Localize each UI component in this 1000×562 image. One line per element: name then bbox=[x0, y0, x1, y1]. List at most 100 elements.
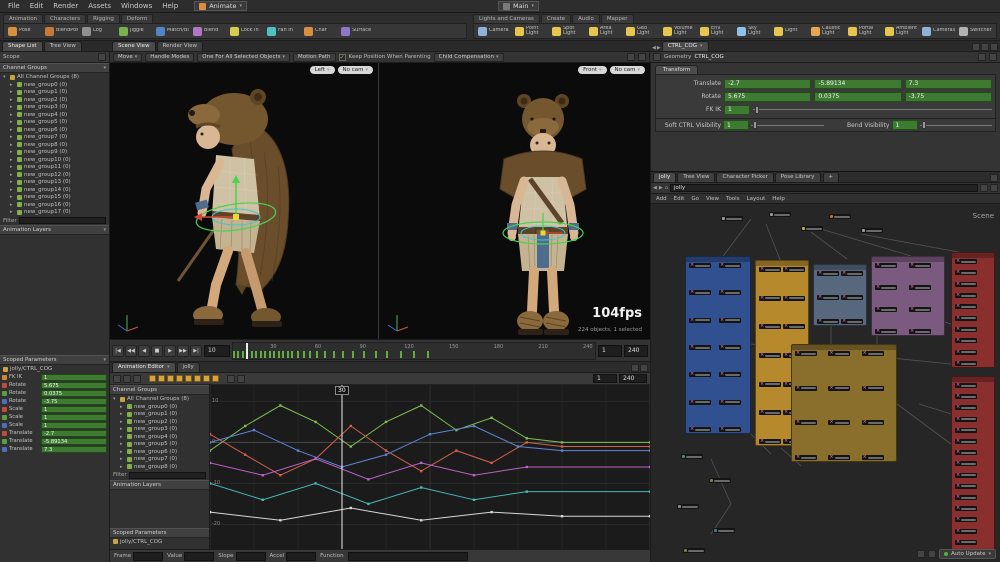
network-node[interactable]: × bbox=[955, 349, 977, 355]
network-node[interactable]: × bbox=[955, 416, 977, 422]
network-node[interactable]: × bbox=[955, 315, 977, 321]
keyframe-tick[interactable] bbox=[303, 350, 305, 358]
channel-group-item[interactable]: ▸ new_group8 (0) bbox=[110, 463, 209, 471]
channel-box-0[interactable] bbox=[149, 375, 156, 382]
select-icon[interactable] bbox=[638, 53, 646, 61]
channel-group-item[interactable]: ▸ new_group14 (0) bbox=[0, 186, 109, 194]
pane-tab-tree-view[interactable]: Tree View bbox=[677, 172, 716, 182]
keyframe-tick[interactable] bbox=[362, 350, 365, 358]
network-node[interactable]: × bbox=[689, 263, 711, 268]
network-node[interactable]: × bbox=[955, 259, 977, 264]
shelf-tool-cameras[interactable]: Cameras bbox=[920, 26, 957, 36]
keyframe-tick[interactable] bbox=[264, 350, 267, 358]
channel-group-item[interactable]: ▸ new_group6 (0) bbox=[110, 448, 209, 456]
network-node[interactable]: × bbox=[841, 295, 863, 300]
shelf-tab-mapper[interactable]: Mapper bbox=[600, 14, 634, 23]
param-value[interactable]: -2.7 bbox=[41, 429, 107, 437]
netmenu-tools[interactable]: Tools bbox=[726, 196, 740, 202]
snap-icon[interactable] bbox=[627, 53, 635, 61]
network-node[interactable]: × bbox=[909, 307, 931, 312]
network-node[interactable]: × bbox=[719, 290, 741, 296]
network-node[interactable]: × bbox=[955, 495, 977, 500]
network-node[interactable]: × bbox=[783, 267, 805, 272]
fk-ik-slider[interactable] bbox=[753, 105, 992, 115]
scoped-parameters-header[interactable]: Scoped Parameters bbox=[110, 527, 209, 538]
graph-range-end-field[interactable]: 240 bbox=[619, 374, 647, 383]
pane-tab-jolly[interactable]: jolly bbox=[653, 172, 677, 182]
keyframe-tick[interactable] bbox=[282, 350, 285, 358]
nav-forward-icon[interactable]: ▶ bbox=[659, 185, 663, 191]
keyframe-tick[interactable] bbox=[413, 350, 416, 358]
network-node[interactable]: × bbox=[955, 483, 977, 489]
network-node[interactable]: × bbox=[689, 399, 711, 405]
channel-group-item[interactable]: ▸ new_group12 (0) bbox=[0, 171, 109, 179]
network-node[interactable] bbox=[681, 454, 703, 459]
keyframe-tick[interactable] bbox=[341, 350, 344, 358]
scoped-param-row[interactable]: Translate -5.89134 bbox=[0, 437, 109, 445]
flag-icon[interactable] bbox=[980, 184, 988, 192]
keyframe-tick[interactable] bbox=[268, 350, 271, 358]
param-value[interactable]: 0.0375 bbox=[41, 389, 107, 397]
scene-selector[interactable]: Main ▾ bbox=[497, 1, 540, 11]
shelf-tool-ambient-light[interactable]: Ambient Light bbox=[883, 26, 920, 37]
keyframe-tick[interactable] bbox=[237, 350, 240, 358]
scoped-owner-row[interactable]: jolly/CTRL_COG bbox=[110, 538, 209, 546]
nav-back-icon[interactable]: ◀ bbox=[653, 185, 657, 191]
vis-slider[interactable] bbox=[919, 120, 993, 130]
keyframe-tick[interactable] bbox=[241, 350, 244, 358]
network-node[interactable]: × bbox=[759, 295, 781, 301]
network-node[interactable]: × bbox=[955, 439, 977, 444]
network-node[interactable]: × bbox=[955, 450, 977, 456]
shelf-tool-point-light[interactable]: Point Light bbox=[513, 26, 550, 37]
network-node[interactable]: × bbox=[689, 427, 711, 432]
network-node[interactable] bbox=[721, 216, 743, 221]
network-node[interactable]: × bbox=[841, 319, 863, 324]
child-compensation-button[interactable]: Child Compensation ▾ bbox=[433, 52, 504, 62]
network-node[interactable]: × bbox=[909, 285, 931, 290]
filter-input[interactable] bbox=[18, 217, 106, 224]
network-node[interactable] bbox=[769, 212, 791, 217]
network-node[interactable]: × bbox=[689, 317, 711, 323]
pane-tab-pose-library[interactable]: Pose Library bbox=[774, 172, 821, 182]
keyframe-tick[interactable] bbox=[273, 350, 276, 358]
channel-box-5[interactable] bbox=[194, 375, 201, 382]
scoped-param-row[interactable]: Rotate -3.75 bbox=[0, 397, 109, 405]
network-node[interactable]: × bbox=[689, 290, 711, 296]
network-box-2[interactable]: × × × × × × bbox=[813, 264, 867, 326]
shelf-tab-create[interactable]: Create bbox=[540, 14, 572, 23]
network-node[interactable]: × bbox=[841, 271, 863, 276]
expand-icon[interactable]: ▾ bbox=[113, 396, 118, 402]
network-node[interactable] bbox=[861, 228, 883, 233]
network-node[interactable] bbox=[713, 528, 735, 533]
transport-play[interactable]: ▶ bbox=[164, 344, 176, 357]
pane-tab-tree-view[interactable]: Tree View bbox=[43, 41, 82, 51]
network-box-5[interactable]: × × × × × × × × × × bbox=[951, 252, 995, 368]
scene-view-label[interactable]: Scene bbox=[973, 212, 994, 220]
channel-group-item[interactable]: ▸ new_group9 (0) bbox=[0, 149, 109, 157]
network-node[interactable]: × bbox=[955, 338, 977, 344]
network-node[interactable]: × bbox=[875, 307, 897, 312]
network-node[interactable]: × bbox=[719, 427, 741, 432]
network-node[interactable]: × bbox=[955, 383, 977, 388]
channel-group-item[interactable]: ▸ new_group5 (0) bbox=[0, 119, 109, 127]
network-node[interactable]: × bbox=[875, 329, 897, 334]
scoped-param-row[interactable]: Scale 1 bbox=[0, 421, 109, 429]
shelf-tool-camera[interactable]: Camera bbox=[476, 26, 513, 36]
shelf-tool-fan-in[interactable]: Fan In bbox=[265, 26, 302, 36]
footer-field-frame[interactable] bbox=[133, 551, 164, 561]
network-node[interactable] bbox=[829, 214, 851, 219]
network-box-4[interactable]: × × × × × × × × × × × × bbox=[791, 344, 897, 462]
param-value[interactable]: 5.675 bbox=[41, 381, 107, 389]
keyframe-tick[interactable] bbox=[308, 350, 311, 358]
channel-box-1[interactable] bbox=[158, 375, 165, 382]
network-node[interactable]: × bbox=[719, 263, 741, 268]
nav-forward-icon[interactable]: ▶ bbox=[657, 45, 661, 51]
shelf-tool-blend[interactable]: Blend bbox=[191, 26, 228, 36]
channel-group-item[interactable]: ▸ new_group4 (0) bbox=[0, 111, 109, 119]
select-keys-icon[interactable] bbox=[113, 374, 121, 383]
network-node[interactable]: × bbox=[955, 405, 977, 411]
channel-group-item[interactable]: ▸ new_group16 (0) bbox=[0, 201, 109, 209]
scoped-parameters-header[interactable]: Scoped Parameters ▾ bbox=[0, 355, 109, 365]
network-node[interactable]: × bbox=[955, 281, 977, 287]
network-node[interactable]: × bbox=[759, 410, 781, 416]
